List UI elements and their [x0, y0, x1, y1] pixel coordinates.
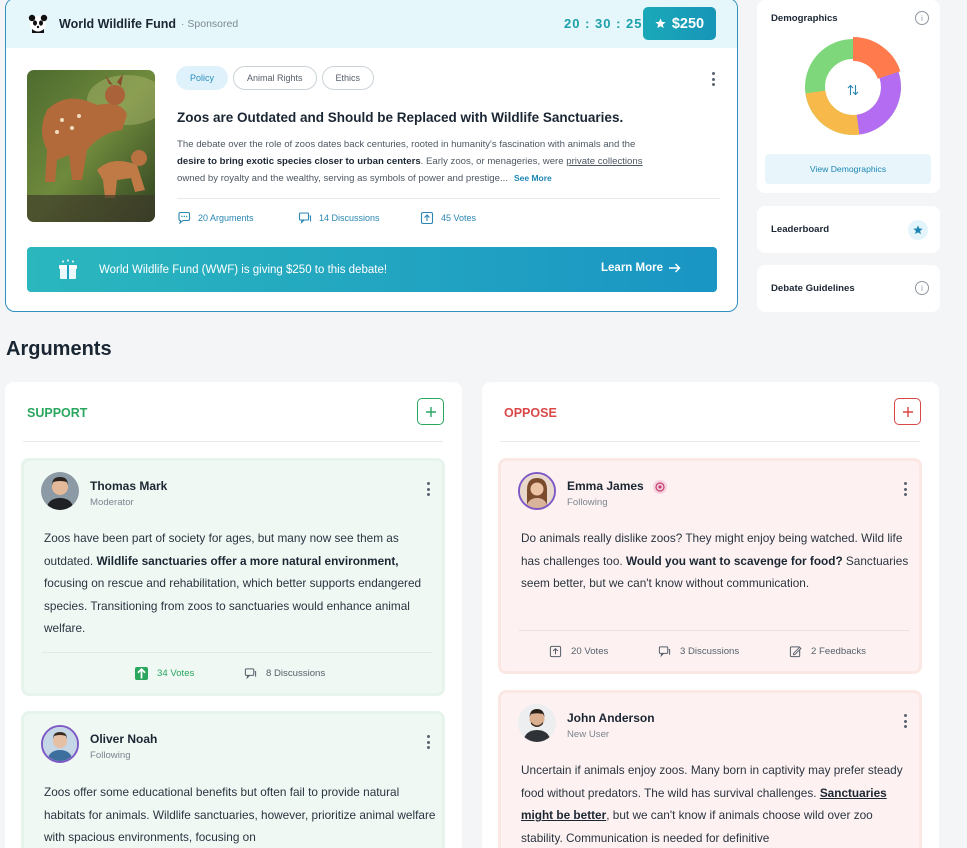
sponsored-label: · Sponsored [181, 17, 239, 30]
prize-button[interactable]: $250 [643, 7, 716, 40]
discussion-icon [298, 212, 312, 225]
user-name[interactable]: John Anderson [567, 711, 655, 725]
stats-divider [177, 198, 720, 199]
avatar[interactable] [41, 472, 79, 510]
card-divider [519, 630, 909, 631]
demographics-card: Demographics i View Demographics [757, 0, 940, 193]
star-icon [908, 220, 928, 240]
argument-more-options-icon[interactable] [421, 480, 435, 498]
verified-badge-icon [653, 480, 667, 494]
argument-card[interactable]: Emma James Following Do animals really d… [498, 458, 922, 674]
chat-bubble-icon [178, 211, 191, 225]
debate-description: The debate over the role of zoos dates b… [177, 139, 643, 184]
debate-title[interactable]: Zoos are Outdated and Should be Replaced… [177, 110, 623, 125]
argument-more-options-icon[interactable] [421, 733, 435, 751]
upvote-icon [420, 211, 434, 225]
votes-stat[interactable]: 20 Votes [549, 645, 608, 658]
plus-icon [902, 406, 913, 417]
tag-animal-rights[interactable]: Animal Rights [233, 66, 317, 90]
arguments-heading: Arguments [6, 338, 112, 360]
info-icon[interactable]: i [915, 281, 929, 295]
avatar[interactable] [41, 725, 79, 763]
gift-icon [59, 259, 77, 279]
argument-text: Do animals really dislike zoos? They mig… [521, 531, 909, 591]
swap-arrows-icon [847, 84, 859, 96]
arrow-right-icon [669, 263, 681, 273]
upvote-icon [549, 645, 562, 658]
upvote-filled-icon [135, 667, 148, 680]
leaderboard-title: Leaderboard [771, 224, 830, 235]
info-icon[interactable]: i [915, 11, 929, 25]
argument-card[interactable]: John Anderson New User Uncertain if anim… [498, 690, 922, 848]
guidelines-title: Debate Guidelines [771, 283, 855, 294]
debate-thumbnail [27, 70, 155, 222]
debate-more-options-icon[interactable] [706, 70, 720, 88]
private-collections-link[interactable]: private collections [566, 156, 642, 167]
prize-amount: $250 [671, 15, 705, 32]
plus-icon [425, 406, 436, 417]
support-label: SUPPORT [27, 406, 88, 420]
column-divider [23, 441, 443, 442]
discussion-icon [658, 646, 671, 658]
tag-list: Policy Animal Rights Ethics [176, 66, 375, 90]
tag-ethics[interactable]: Ethics [321, 66, 375, 90]
sponsor-name[interactable]: World Wildlife Fund [59, 17, 176, 31]
argument-text: Zoos have been part of society for ages,… [44, 531, 422, 636]
countdown-timer: 20 : 30 : 25 [564, 16, 643, 31]
argument-card[interactable]: Thomas Mark Moderator Zoos have been par… [21, 458, 445, 696]
column-divider [500, 441, 920, 442]
oppose-column: OPPOSE Emma James Following Do animals r… [482, 382, 939, 848]
argument-more-options-icon[interactable] [898, 712, 912, 730]
votes-stat[interactable]: 45 Votes [420, 211, 476, 225]
edit-note-icon [789, 646, 802, 658]
leaderboard-card[interactable]: Leaderboard [757, 206, 940, 253]
card-divider [42, 652, 432, 653]
oppose-label: OPPOSE [504, 406, 557, 420]
discussions-stat[interactable]: 14 Discussions [298, 211, 380, 225]
add-support-button[interactable] [417, 398, 444, 425]
arguments-stat[interactable]: 20 Arguments [177, 211, 254, 225]
user-name[interactable]: Oliver Noah [90, 732, 157, 746]
star-icon [655, 18, 666, 29]
add-oppose-button[interactable] [894, 398, 921, 425]
donation-text: World Wildlife Fund (WWF) is giving $250… [99, 263, 388, 276]
argument-text: Uncertain if animals enjoy zoos. Many bo… [521, 763, 903, 845]
feedbacks-stat[interactable]: 2 Feedbacks [789, 645, 866, 658]
argument-card[interactable]: Oliver Noah Following Zoos offer some ed… [21, 711, 445, 848]
sponsor-bar: World Wildlife Fund · Sponsored 20 : 30 … [6, 0, 737, 48]
guidelines-card[interactable]: Debate Guidelines i [757, 265, 940, 312]
panda-logo-icon [28, 14, 48, 33]
see-more-link[interactable]: See More [514, 173, 552, 183]
discussions-stat[interactable]: 8 Discussions [244, 667, 325, 680]
debate-card: World Wildlife Fund · Sponsored 20 : 30 … [5, 0, 738, 312]
argument-text: Zoos offer some educational benefits but… [44, 785, 436, 845]
argument-more-options-icon[interactable] [898, 480, 912, 498]
tag-policy[interactable]: Policy [176, 66, 229, 90]
demographics-title: Demographics [771, 13, 838, 24]
discussions-stat[interactable]: 3 Discussions [658, 645, 739, 658]
user-name[interactable]: Thomas Mark [90, 479, 167, 493]
user-name[interactable]: Emma James [567, 479, 644, 493]
view-demographics-button[interactable]: View Demographics [765, 154, 931, 184]
user-role: New User [567, 729, 610, 740]
avatar[interactable] [518, 704, 556, 742]
user-role: Moderator [90, 497, 134, 508]
discussion-icon [244, 668, 257, 680]
avatar[interactable] [518, 472, 556, 510]
learn-more-button[interactable]: Learn More [601, 262, 681, 274]
user-role: Following [90, 750, 131, 761]
support-column: SUPPORT Thomas Mark Moderator Zoos have … [5, 382, 462, 848]
donation-banner: World Wildlife Fund (WWF) is giving $250… [27, 247, 717, 292]
votes-stat[interactable]: 34 Votes [135, 667, 194, 680]
user-role: Following [567, 497, 608, 508]
